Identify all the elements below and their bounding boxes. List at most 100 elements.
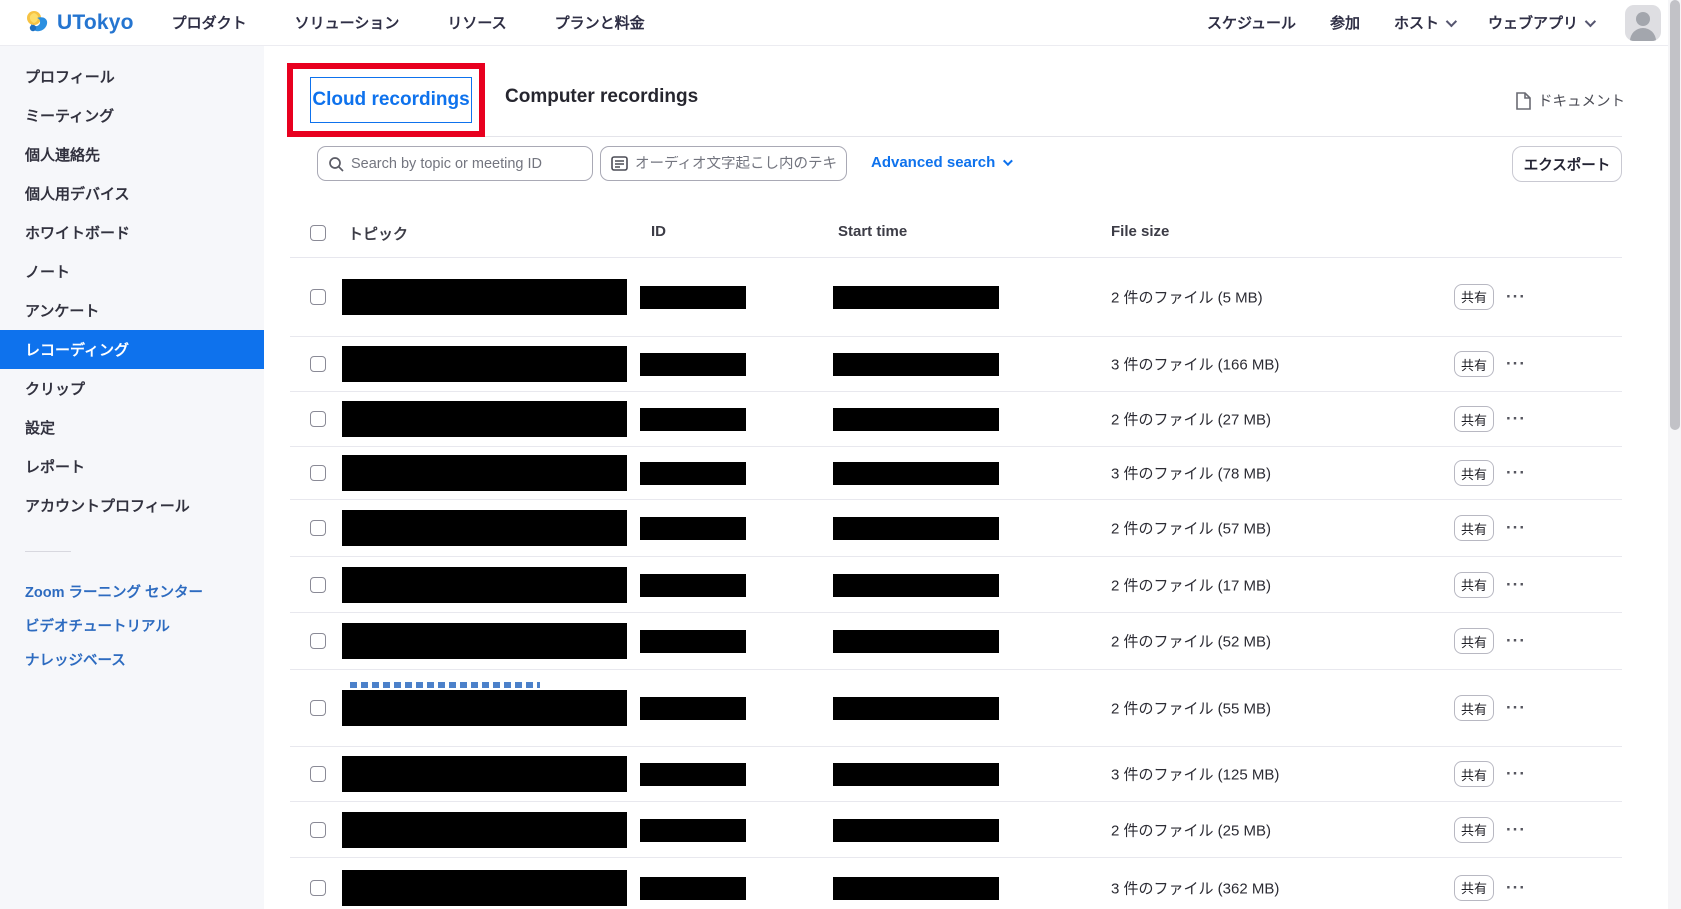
redacted-start-time [833, 763, 999, 786]
tab-cloud-recordings[interactable]: Cloud recordings [310, 77, 472, 123]
topnav-link[interactable]: ホスト [1394, 12, 1454, 33]
sidebar-item[interactable]: 設定 [0, 408, 264, 447]
share-button[interactable]: 共有 [1454, 572, 1494, 598]
file-size-text: 2 件のファイル (55 MB) [1111, 698, 1271, 719]
avatar-person-icon [1636, 12, 1650, 26]
sidebar-help-link[interactable]: ビデオチュートリアル [0, 608, 264, 642]
redacted-start-time [833, 630, 999, 653]
redacted-topic [342, 455, 627, 491]
tab-computer-recordings[interactable]: Computer recordings [505, 86, 698, 108]
share-button[interactable]: 共有 [1454, 284, 1494, 310]
sidebar-item[interactable]: レコーディング [0, 330, 264, 369]
row-checkbox[interactable] [310, 520, 326, 536]
share-button[interactable]: 共有 [1454, 351, 1494, 377]
file-size-text: 3 件のファイル (362 MB) [1111, 877, 1279, 898]
row-checkbox[interactable] [310, 880, 326, 896]
row-checkbox[interactable] [310, 633, 326, 649]
topnav-link[interactable]: ソリューション [295, 12, 400, 33]
topnav-link[interactable]: スケジュール [1207, 12, 1296, 33]
select-all-checkbox[interactable] [310, 225, 326, 241]
more-options-button[interactable]: ··· [1506, 764, 1526, 784]
advanced-search-link[interactable]: Advanced search [871, 154, 1010, 171]
more-options-button[interactable]: ··· [1506, 354, 1526, 374]
page-scrollbar [1668, 0, 1681, 909]
topnav-link[interactable]: 参加 [1330, 12, 1360, 33]
table-row: 3 件のファイル (125 MB)共有··· [290, 747, 1622, 802]
documentation-link[interactable]: ドキュメント [1516, 90, 1625, 111]
sidebar-item[interactable]: 個人用デバイス [0, 174, 264, 213]
more-options-button[interactable]: ··· [1506, 820, 1526, 840]
redacted-start-time [833, 819, 999, 842]
share-button[interactable]: 共有 [1454, 515, 1494, 541]
sidebar-item[interactable]: アカウントプロフィール [0, 486, 264, 525]
more-options-button[interactable]: ··· [1506, 287, 1526, 307]
row-checkbox[interactable] [310, 465, 326, 481]
redacted-id [640, 630, 746, 653]
table-header-row: トピック ID Start time File size [290, 210, 1622, 257]
redacted-id [640, 763, 746, 786]
share-button[interactable]: 共有 [1454, 761, 1494, 787]
file-size-text: 2 件のファイル (57 MB) [1111, 518, 1271, 539]
row-checkbox[interactable] [310, 766, 326, 782]
sidebar-divider [25, 551, 71, 552]
export-button[interactable]: エクスポート [1512, 146, 1622, 182]
transcript-search-input[interactable] [635, 156, 836, 172]
share-button[interactable]: 共有 [1454, 695, 1494, 721]
sidebar-help-links: Zoom ラーニング センタービデオチュートリアルナレッジベース [0, 574, 264, 676]
redacted-id [640, 462, 746, 485]
topnav-link[interactable]: ウェブアプリ [1488, 12, 1593, 33]
file-size-text: 2 件のファイル (52 MB) [1111, 631, 1271, 652]
redacted-id [640, 877, 746, 900]
row-checkbox[interactable] [310, 411, 326, 427]
topic-search-input[interactable] [351, 156, 582, 172]
redacted-topic-peek [350, 682, 540, 688]
sidebar-help-link[interactable]: ナレッジベース [0, 642, 264, 676]
user-avatar[interactable] [1625, 5, 1661, 41]
sidebar-item[interactable]: ノート [0, 252, 264, 291]
sidebar-help-link[interactable]: Zoom ラーニング センター [0, 574, 264, 608]
sidebar-item[interactable]: レポート [0, 447, 264, 486]
redacted-topic [342, 812, 627, 848]
redacted-start-time [833, 574, 999, 597]
more-options-button[interactable]: ··· [1506, 463, 1526, 483]
redacted-start-time [833, 877, 999, 900]
row-checkbox[interactable] [310, 577, 326, 593]
topnav-link[interactable]: プランと料金 [555, 12, 645, 33]
share-button[interactable]: 共有 [1454, 875, 1494, 901]
share-button[interactable]: 共有 [1454, 628, 1494, 654]
redacted-start-time [833, 353, 999, 376]
row-checkbox[interactable] [310, 700, 326, 716]
sidebar-item[interactable]: 個人連絡先 [0, 135, 264, 174]
more-options-button[interactable]: ··· [1506, 575, 1526, 595]
redacted-topic [342, 510, 627, 546]
transcript-search-box [600, 146, 847, 181]
more-options-button[interactable]: ··· [1506, 878, 1526, 898]
sidebar-item[interactable]: ホワイトボード [0, 213, 264, 252]
sidebar-item[interactable]: プロフィール [0, 57, 264, 96]
sidebar-item[interactable]: アンケート [0, 291, 264, 330]
more-options-button[interactable]: ··· [1506, 518, 1526, 538]
sidebar-item[interactable]: ミーティング [0, 96, 264, 135]
share-button[interactable]: 共有 [1454, 406, 1494, 432]
redacted-start-time [833, 517, 999, 540]
share-button[interactable]: 共有 [1454, 817, 1494, 843]
topnav-link[interactable]: プロダクト [172, 12, 247, 33]
row-checkbox[interactable] [310, 822, 326, 838]
row-checkbox[interactable] [310, 356, 326, 372]
more-options-button[interactable]: ··· [1506, 631, 1526, 651]
row-checkbox[interactable] [310, 289, 326, 305]
more-options-button[interactable]: ··· [1506, 698, 1526, 718]
redacted-id [640, 353, 746, 376]
topnav-link[interactable]: リソース [447, 12, 506, 33]
utokyo-logo[interactable]: UTokyo [24, 9, 134, 36]
scrollbar-thumb[interactable] [1670, 0, 1680, 430]
sidebar-item[interactable]: クリップ [0, 369, 264, 408]
table-row: 2 件のファイル (57 MB) 共有 ··· [290, 500, 1622, 557]
share-button[interactable]: 共有 [1454, 460, 1494, 486]
table-row: 2 件のファイル (27 MB)共有··· [290, 392, 1622, 447]
redacted-topic [342, 623, 627, 659]
more-options-button[interactable]: ··· [1506, 409, 1526, 429]
table-row: 3 件のファイル (166 MB)共有··· [290, 337, 1622, 392]
redacted-topic [342, 346, 627, 382]
table-row: 2 件のファイル (17 MB)共有··· [290, 557, 1622, 613]
